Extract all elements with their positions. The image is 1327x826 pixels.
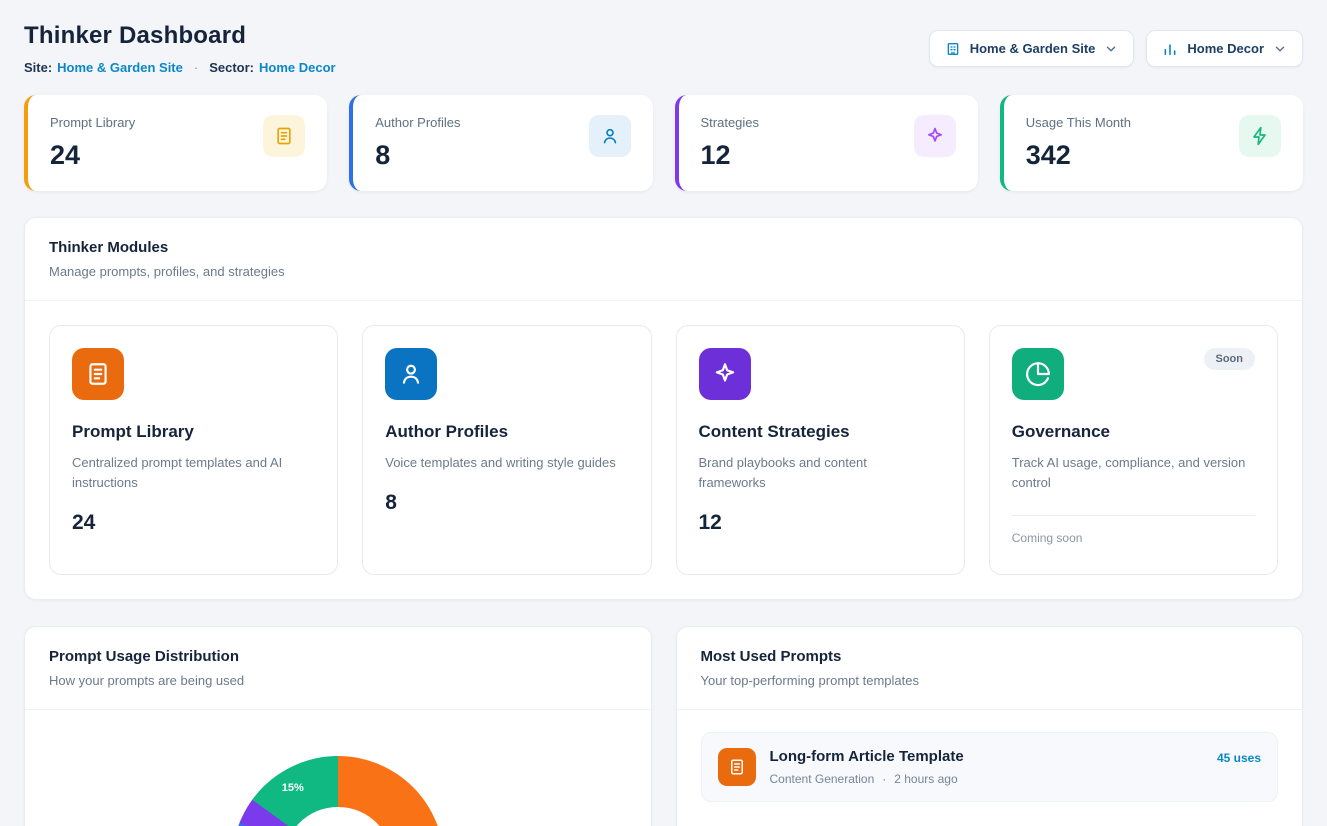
- modules-grid: Prompt Library Centralized prompt templa…: [25, 301, 1302, 599]
- sector-label: Sector:: [209, 60, 254, 75]
- pie-chart-icon: [1012, 348, 1064, 400]
- prompt-item-meta: Content Generation · 2 hours ago: [770, 772, 1203, 786]
- module-card-governance[interactable]: Soon Governance Track AI usage, complian…: [989, 325, 1278, 575]
- chevron-down-icon: [1273, 42, 1287, 56]
- sector-link[interactable]: Home Decor: [259, 60, 336, 75]
- stat-label: Usage This Month: [1026, 115, 1131, 130]
- stat-text: Usage This Month 342: [1026, 115, 1131, 171]
- site-label: Site:: [24, 60, 52, 75]
- modules-panel-subtitle: Manage prompts, profiles, and strategies: [49, 264, 1278, 279]
- lightning-icon-glyph: [1250, 126, 1270, 146]
- module-description: Brand playbooks and content frameworks: [699, 453, 934, 493]
- stat-card-usage: Usage This Month 342: [1000, 95, 1303, 191]
- module-description: Centralized prompt templates and AI inst…: [72, 453, 307, 493]
- document-icon: [263, 115, 305, 157]
- module-title: Prompt Library: [72, 422, 315, 442]
- stat-value: 12: [701, 140, 760, 171]
- modules-panel-header: Thinker Modules Manage prompts, profiles…: [25, 218, 1302, 301]
- stat-label: Prompt Library: [50, 115, 135, 130]
- prompt-list-item[interactable]: Long-form Article Template Content Gener…: [701, 732, 1279, 802]
- sparkle-icon: [914, 115, 956, 157]
- usage-panel-subtitle: How your prompts are being used: [49, 673, 627, 688]
- usage-panel-header: Prompt Usage Distribution How your promp…: [25, 627, 651, 710]
- most-used-prompts-panel: Most Used Prompts Your top-performing pr…: [676, 626, 1304, 826]
- site-selector-value: Home & Garden Site: [970, 41, 1096, 56]
- module-count: 12: [699, 511, 942, 535]
- usage-panel-title: Prompt Usage Distribution: [49, 648, 627, 665]
- soon-badge: Soon: [1204, 348, 1256, 370]
- sparkle-icon-glyph: [925, 126, 945, 146]
- module-card-prompt-library[interactable]: Prompt Library Centralized prompt templa…: [49, 325, 338, 575]
- stat-card-prompt-library: Prompt Library 24: [24, 95, 327, 191]
- prompt-item-body: Long-form Article Template Content Gener…: [770, 748, 1203, 786]
- prompt-uses-badge: 45 uses: [1217, 751, 1261, 765]
- stat-label: Strategies: [701, 115, 760, 130]
- prompts-panel-title: Most Used Prompts: [701, 648, 1279, 665]
- module-card-author-profiles[interactable]: Author Profiles Voice templates and writ…: [362, 325, 651, 575]
- stat-label: Author Profiles: [375, 115, 460, 130]
- site-link[interactable]: Home & Garden Site: [57, 60, 183, 75]
- prompt-time: 2 hours ago: [894, 772, 957, 786]
- sector-selector-value: Home Decor: [1187, 41, 1264, 56]
- donut-chart: 15%: [232, 756, 444, 826]
- header-left: Thinker Dashboard Site: Home & Garden Si…: [24, 22, 336, 75]
- donut-segment-label: 15%: [282, 782, 304, 794]
- page-title: Thinker Dashboard: [24, 22, 336, 50]
- prompt-category: Content Generation: [770, 772, 875, 786]
- thinker-modules-panel: Thinker Modules Manage prompts, profiles…: [24, 217, 1303, 600]
- dashboard-page: Thinker Dashboard Site: Home & Garden Si…: [0, 0, 1327, 826]
- module-divider: [1012, 515, 1255, 516]
- stat-text: Prompt Library 24: [50, 115, 135, 171]
- module-count: 8: [385, 491, 628, 515]
- module-description: Voice templates and writing style guides: [385, 453, 620, 473]
- chart-area: 15%: [25, 710, 651, 826]
- stat-text: Author Profiles 8: [375, 115, 460, 171]
- modules-panel-title: Thinker Modules: [49, 239, 1278, 256]
- module-card-content-strategies[interactable]: Content Strategies Brand playbooks and c…: [676, 325, 965, 575]
- module-description: Track AI usage, compliance, and version …: [1012, 453, 1247, 493]
- stats-row: Prompt Library 24 Author Profiles 8: [24, 95, 1303, 191]
- bar-chart-icon: [1162, 41, 1178, 57]
- module-title: Author Profiles: [385, 422, 628, 442]
- stat-text: Strategies 12: [701, 115, 760, 171]
- building-icon: [945, 41, 961, 57]
- bottom-row: Prompt Usage Distribution How your promp…: [24, 626, 1303, 826]
- document-icon: [72, 348, 124, 400]
- prompt-usage-panel: Prompt Usage Distribution How your promp…: [24, 626, 652, 826]
- lightning-icon: [1239, 115, 1281, 157]
- breadcrumb: Site: Home & Garden Site · Sector: Home …: [24, 60, 336, 75]
- stat-card-author-profiles: Author Profiles 8: [349, 95, 652, 191]
- prompts-panel-subtitle: Your top-performing prompt templates: [701, 673, 1279, 688]
- sector-selector-dropdown[interactable]: Home Decor: [1146, 30, 1303, 67]
- stat-card-strategies: Strategies 12: [675, 95, 978, 191]
- coming-soon-text: Coming soon: [1012, 531, 1255, 545]
- stat-value: 8: [375, 140, 460, 171]
- meta-separator: ·: [882, 772, 886, 786]
- header-actions: Home & Garden Site Home Decor: [929, 30, 1303, 67]
- stat-value: 24: [50, 140, 135, 171]
- sparkle-icon: [699, 348, 751, 400]
- person-icon: [385, 348, 437, 400]
- meta-separator: ·: [194, 60, 198, 75]
- document-icon: [718, 748, 756, 786]
- prompts-panel-header: Most Used Prompts Your top-performing pr…: [677, 627, 1303, 710]
- document-icon-glyph: [274, 126, 294, 146]
- page-header: Thinker Dashboard Site: Home & Garden Si…: [24, 22, 1303, 75]
- module-title: Governance: [1012, 422, 1255, 442]
- stat-value: 342: [1026, 140, 1131, 171]
- prompt-item-title: Long-form Article Template: [770, 748, 1203, 765]
- module-count: 24: [72, 511, 315, 535]
- person-icon-glyph: [600, 126, 620, 146]
- site-selector-dropdown[interactable]: Home & Garden Site: [929, 30, 1135, 67]
- module-title: Content Strategies: [699, 422, 942, 442]
- person-icon: [589, 115, 631, 157]
- chevron-down-icon: [1104, 42, 1118, 56]
